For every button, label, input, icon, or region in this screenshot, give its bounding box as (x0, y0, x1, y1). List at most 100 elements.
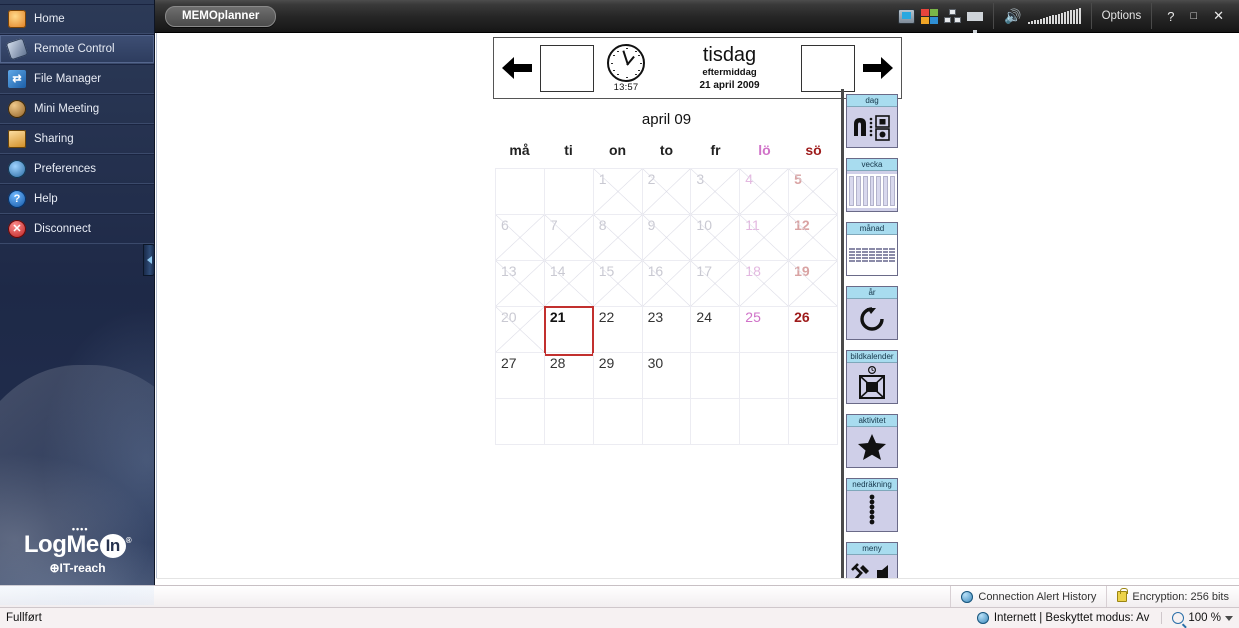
volume-bar (1069, 10, 1072, 24)
day-cell-4[interactable]: 4 (740, 169, 790, 215)
sidebar-item-home[interactable]: Home (0, 4, 154, 34)
sidebar-item-label: Disconnect (34, 223, 91, 235)
sidebar-item-disconnect[interactable]: ✕ Disconnect (0, 214, 154, 244)
mini-grid-dot (849, 251, 855, 253)
windows-icon[interactable] (921, 8, 939, 24)
sidebar-item-sharing[interactable]: Sharing (0, 124, 154, 154)
zoom-level-label: 100 % (1188, 612, 1221, 624)
day-cell-13[interactable]: 13 (496, 261, 545, 307)
day-cell-24[interactable]: 24 (691, 307, 741, 353)
security-zone[interactable]: Internett | Beskyttet modus: Av (976, 612, 1149, 624)
day-cell-empty (593, 399, 643, 445)
help-button[interactable]: ? (1162, 9, 1179, 24)
clock-tick (638, 54, 640, 56)
sidebar-item-preferences[interactable]: Preferences (0, 154, 154, 184)
encryption-status[interactable]: Encryption: 256 bits (1106, 585, 1239, 608)
day-cell-11[interactable]: 11 (740, 215, 790, 261)
day-cell-30[interactable]: 30 (642, 353, 692, 399)
day-cell-26[interactable]: 26 (789, 307, 838, 353)
logo-me: Me (66, 531, 99, 558)
mini-grid-dot (882, 248, 889, 250)
day-cell-7[interactable]: 7 (544, 215, 594, 261)
volume-bar (1060, 12, 1063, 24)
browser-zone-group: Internett | Beskyttet modus: Av 100 % (976, 612, 1239, 624)
day-cell-14[interactable]: 14 (544, 261, 594, 307)
day-cell-25[interactable]: 25 (740, 307, 790, 353)
monitor-icon[interactable] (898, 8, 916, 24)
next-activity-box[interactable] (801, 44, 855, 92)
day-cell-23[interactable]: 23 (642, 307, 692, 353)
tool-button-nedrakning[interactable]: nedräkning (846, 478, 898, 532)
mini-grid-dot (882, 254, 889, 256)
maximize-button[interactable]: □ (1185, 10, 1202, 22)
day-cell-8[interactable]: 8 (593, 215, 643, 261)
sidebar-item-file-manager[interactable]: ⇄ File Manager (0, 64, 154, 94)
previous-day-button[interactable] (494, 53, 540, 83)
volume-bar (1075, 8, 1078, 24)
sidebar-item-label: Home (34, 13, 65, 25)
weekday-label: tisdag (702, 44, 757, 66)
logo-log: Log (23, 531, 67, 558)
day-cell-28[interactable]: 28 (544, 353, 594, 399)
day-cell-27[interactable]: 27 (496, 353, 545, 399)
funnel-icon[interactable] (967, 11, 984, 35)
day-cell-16[interactable]: 16 (642, 261, 692, 307)
tool-button-bildkalender[interactable]: bildkalender (846, 350, 898, 404)
mini-meeting-icon (8, 100, 26, 118)
connection-alert-history[interactable]: Connection Alert History (950, 585, 1106, 608)
volume-bar (1045, 17, 1048, 24)
day-cell-19[interactable]: 19 (789, 261, 838, 307)
tool-label: år (847, 287, 897, 299)
tool-button-manad[interactable]: månad (846, 222, 898, 276)
day-cell-21[interactable]: 21 (543, 306, 594, 356)
zoom-control[interactable]: 100 % (1161, 612, 1233, 624)
options-button[interactable]: Options (1102, 10, 1142, 22)
day-cell-15[interactable]: 15 (593, 261, 643, 307)
tool-button-ar[interactable]: år (846, 286, 898, 340)
day-cell-20[interactable]: 20 (496, 307, 545, 353)
tool-button-aktivitet[interactable]: aktivitet (846, 414, 898, 468)
month-grid[interactable]: 1 2 3 4 5 6 7 8 9 10 11 12 13 14 15 16 17 18 19 20 21 22 23 24 2… (495, 168, 838, 445)
day-cell-6[interactable]: 6 (496, 215, 545, 261)
logo-in: In (99, 534, 126, 558)
clock-time-label: 13:57 (613, 81, 639, 93)
day-cell-5[interactable]: 5 (789, 169, 838, 215)
day-cell-1[interactable]: 1 (593, 169, 643, 215)
tool-label: nedräkning (847, 479, 897, 491)
session-tab[interactable]: MEMOplanner (165, 5, 277, 27)
close-button[interactable]: ✕ (1208, 8, 1229, 24)
chevron-down-icon[interactable] (1225, 615, 1233, 621)
clock-tick (640, 62, 642, 64)
mini-grid-dot (889, 257, 895, 259)
daypart-label: eftermiddag (702, 67, 757, 78)
blocks-icon[interactable] (944, 8, 962, 24)
tool-button-dag[interactable]: dag (846, 94, 898, 148)
day-cell-2[interactable]: 2 (642, 169, 692, 215)
volume-bar (1030, 21, 1033, 24)
toolbar-view-icons (888, 3, 993, 35)
speaker-icon[interactable]: 🔊 (1004, 9, 1021, 23)
clock-tick (617, 73, 619, 75)
tool-button-vecka[interactable]: vecka (846, 158, 898, 212)
day-cell-12[interactable]: 12 (789, 215, 838, 261)
day-cell-3[interactable]: 3 (691, 169, 741, 215)
previous-activity-box[interactable] (540, 44, 594, 92)
clock-widget: 13:57 (594, 43, 658, 93)
day-cell-10[interactable]: 10 (691, 215, 741, 261)
day-cell-empty (789, 399, 838, 445)
sidebar-collapse-handle[interactable] (143, 244, 155, 276)
clock-tick (635, 50, 637, 52)
day-cell-29[interactable]: 29 (593, 353, 643, 399)
day-cell-22[interactable]: 22 (593, 307, 643, 353)
sidebar-item-help[interactable]: ? Help (0, 184, 154, 214)
next-day-button[interactable] (855, 53, 901, 83)
day-cell-9[interactable]: 9 (642, 215, 692, 261)
volume-slider[interactable] (1027, 8, 1081, 24)
sidebar-item-mini-meeting[interactable]: Mini Meeting (0, 94, 154, 124)
day-cell-18[interactable]: 18 (740, 261, 790, 307)
remote-control-icon (5, 37, 29, 61)
day-cell-17[interactable]: 17 (691, 261, 741, 307)
remote-screen-canvas[interactable]: 13:57 tisdag eftermiddag 21 april 2009 a… (156, 33, 1239, 585)
sidebar-item-remote-control[interactable]: Remote Control (0, 34, 154, 64)
file-manager-icon: ⇄ (8, 70, 26, 88)
